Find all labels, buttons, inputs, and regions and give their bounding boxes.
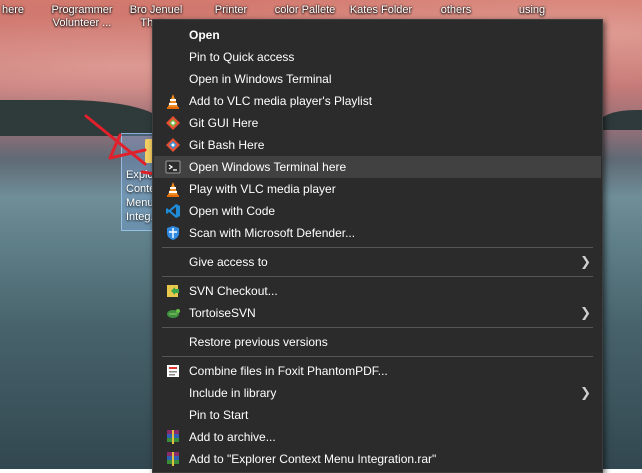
desktop-icon-label[interactable]: Kates Folder <box>346 4 416 17</box>
svn-checkout-icon <box>167 285 179 297</box>
menu-item-label: Open Windows Terminal here <box>189 160 347 174</box>
right-island-silhouette <box>600 110 642 130</box>
tortoise-svn-icon <box>167 309 180 318</box>
menu-item-label: Pin to Start <box>189 408 249 422</box>
menu-item-pin-quick-access[interactable]: Pin to Quick access <box>154 46 601 68</box>
desktop-icon-label[interactable]: Programmer Volunteer ... <box>44 4 120 30</box>
winrar-icon <box>167 452 179 466</box>
menu-item-git-bash[interactable]: Git Bash Here <box>154 134 601 156</box>
menu-item-scan-defender[interactable]: Scan with Microsoft Defender... <box>154 222 601 244</box>
menu-item-svn-checkout[interactable]: SVN Checkout... <box>154 280 601 302</box>
menu-item-label: Play with VLC media player <box>189 182 336 196</box>
menu-item-tortoisesvn[interactable]: TortoiseSVN ❯ <box>154 302 601 324</box>
menu-item-label: Add to archive... <box>189 430 276 444</box>
chevron-right-icon: ❯ <box>580 385 591 400</box>
menu-item-label: Open with Code <box>189 204 276 218</box>
chevron-right-icon: ❯ <box>580 254 591 269</box>
menu-item-give-access[interactable]: Give access to ❯ <box>154 251 601 273</box>
menu-item-include-in-library[interactable]: Include in library ❯ <box>154 382 601 404</box>
vscode-icon <box>166 204 180 218</box>
menu-separator <box>162 356 593 357</box>
menu-item-label: Open <box>189 28 220 42</box>
menu-item-label: Combine files in Foxit PhantomPDF... <box>189 364 388 378</box>
menu-item-open-windows-terminal[interactable]: Open in Windows Terminal <box>154 68 601 90</box>
chevron-right-icon: ❯ <box>580 305 591 320</box>
desktop-icon-label[interactable]: color Pallete <box>270 4 340 17</box>
menu-item-git-gui[interactable]: Git GUI Here <box>154 112 601 134</box>
menu-separator <box>162 247 593 248</box>
desktop-icon-label[interactable]: others <box>436 4 476 17</box>
desktop-icon-label[interactable]: here <box>0 4 26 17</box>
menu-separator <box>162 327 593 328</box>
menu-item-label: Git Bash Here <box>189 138 265 152</box>
menu-item-label: SVN Checkout... <box>189 284 278 298</box>
menu-item-label: Open in Windows Terminal <box>189 72 332 86</box>
context-menu: Open Pin to Quick access Open in Windows… <box>152 19 603 473</box>
menu-item-label: Restore previous versions <box>189 335 328 349</box>
menu-item-label: Pin to Quick access <box>189 50 295 64</box>
menu-separator <box>162 276 593 277</box>
git-bash-icon <box>166 138 180 152</box>
menu-item-open-windows-terminal-here[interactable]: Open Windows Terminal here <box>154 156 601 178</box>
menu-item-combine-foxit[interactable]: Combine files in Foxit PhantomPDF... <box>154 360 601 382</box>
menu-item-restore-previous-versions[interactable]: Restore previous versions <box>154 331 601 353</box>
menu-item-label: Git GUI Here <box>189 116 259 130</box>
menu-item-open[interactable]: Open <box>154 24 601 46</box>
vlc-cone-icon <box>167 94 179 109</box>
menu-item-add-to-archive[interactable]: Add to archive... <box>154 426 601 448</box>
menu-item-label: Add to VLC media player's Playlist <box>189 94 373 108</box>
terminal-icon <box>165 160 181 174</box>
defender-shield-icon <box>167 226 179 240</box>
menu-item-pin-to-start[interactable]: Pin to Start <box>154 404 601 426</box>
menu-item-play-vlc[interactable]: Play with VLC media player <box>154 178 601 200</box>
menu-item-open-with-code[interactable]: Open with Code <box>154 200 601 222</box>
git-gui-icon <box>166 116 180 130</box>
desktop-icon-label[interactable]: Printer <box>206 4 256 17</box>
winrar-icon <box>167 430 179 444</box>
menu-item-label: Scan with Microsoft Defender... <box>189 226 356 240</box>
desktop-icon-label[interactable]: using <box>512 4 552 17</box>
menu-item-vlc-playlist[interactable]: Add to VLC media player's Playlist <box>154 90 601 112</box>
vlc-cone-icon <box>167 182 179 197</box>
menu-item-label: Give access to <box>189 255 268 269</box>
foxit-icon <box>167 365 179 377</box>
menu-item-label: Include in library <box>189 386 277 400</box>
menu-item-label: Add to "Explorer Context Menu Integratio… <box>189 452 437 466</box>
menu-item-label: TortoiseSVN <box>189 306 256 320</box>
menu-item-add-to-rar[interactable]: Add to "Explorer Context Menu Integratio… <box>154 448 601 470</box>
